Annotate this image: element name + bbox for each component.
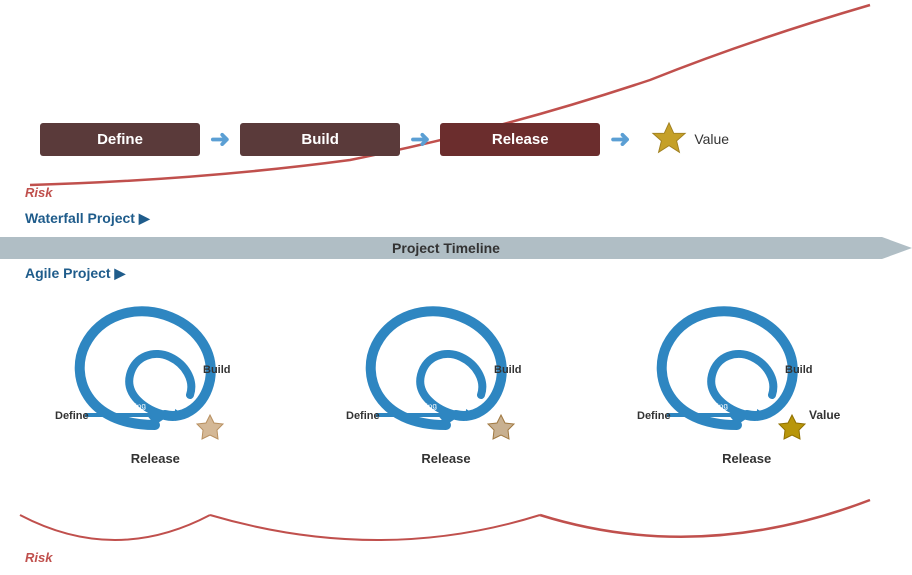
agile-cycle-1: Planning Build Define Release <box>55 295 255 490</box>
svg-text:Planning: Planning <box>115 401 147 413</box>
waterfall-project-label: Waterfall Project ▶ <box>25 210 150 227</box>
agile-arrow-icon: ▶ <box>114 265 125 281</box>
svg-text:Define: Define <box>637 410 671 422</box>
timeline-arrow-body: Project Timeline <box>0 237 912 259</box>
release-box: Release <box>440 123 600 156</box>
cycle1-svg: Planning Build Define <box>55 295 255 455</box>
svg-text:Value: Value <box>809 408 841 422</box>
arrow-release-value: ➜ <box>610 125 630 154</box>
waterfall-section: Define ➜ Build ➜ Release ➜ Value Risk <box>0 0 912 210</box>
svg-text:Define: Define <box>346 410 380 422</box>
waterfall-arrow-icon: ▶ <box>139 210 150 226</box>
svg-text:Build: Build <box>494 364 522 376</box>
agile-risk-curve <box>0 495 912 575</box>
cycle3-svg: Planning Build Define Value <box>637 295 857 455</box>
svg-text:Build: Build <box>203 364 231 376</box>
value-star-icon <box>650 120 688 158</box>
arrow-define-build: ➜ <box>210 125 230 154</box>
timeline-arrow-container: Project Timeline <box>0 232 912 264</box>
waterfall-risk-label: Risk <box>25 185 52 200</box>
star-value-group: Value <box>650 120 729 158</box>
agile-project-label: Agile Project ▶ <box>25 265 125 282</box>
svg-text:Planning: Planning <box>696 401 728 413</box>
agile-cycle-3: Planning Build Define Value Release <box>637 295 857 490</box>
timeline-section: Waterfall Project ▶ Project Timeline <box>0 210 912 265</box>
waterfall-boxes: Define ➜ Build ➜ Release ➜ Value <box>40 120 729 158</box>
build-box: Build <box>240 123 400 156</box>
cycle2-svg: Planning Build Define <box>346 295 546 455</box>
svg-text:Planning: Planning <box>405 401 437 413</box>
agile-section: Agile Project ▶ Planning <box>0 265 912 575</box>
agile-cycle-2: Planning Build Define Release <box>346 295 546 490</box>
define-box: Define <box>40 123 200 156</box>
risk-curve-top <box>0 0 912 200</box>
timeline-label: Project Timeline <box>392 240 500 256</box>
arrow-build-release: ➜ <box>410 125 430 154</box>
svg-text:Define: Define <box>55 410 89 422</box>
svg-text:Build: Build <box>785 364 813 376</box>
agile-risk-label: Risk <box>25 550 52 565</box>
value-label: Value <box>694 131 729 147</box>
